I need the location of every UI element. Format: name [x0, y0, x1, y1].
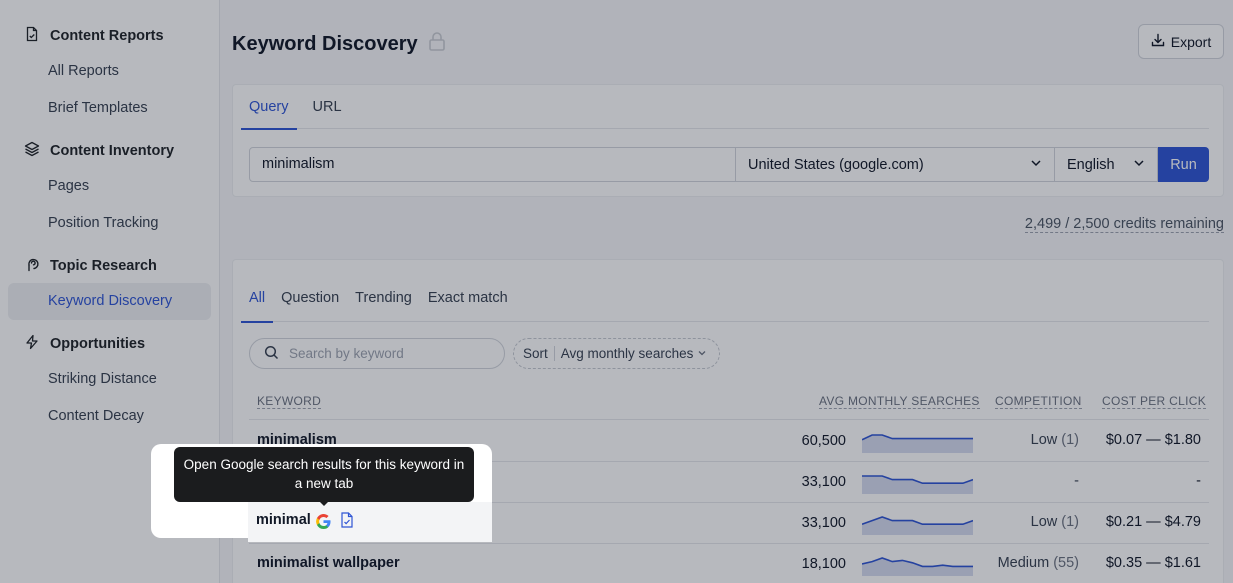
tooltip: Open Google search results for this keyw… — [174, 447, 474, 502]
google-icon[interactable] — [316, 514, 331, 529]
spotlight-keyword: minimal — [256, 512, 311, 528]
tooltip-arrow — [318, 500, 330, 506]
create-brief-icon[interactable] — [340, 512, 354, 528]
